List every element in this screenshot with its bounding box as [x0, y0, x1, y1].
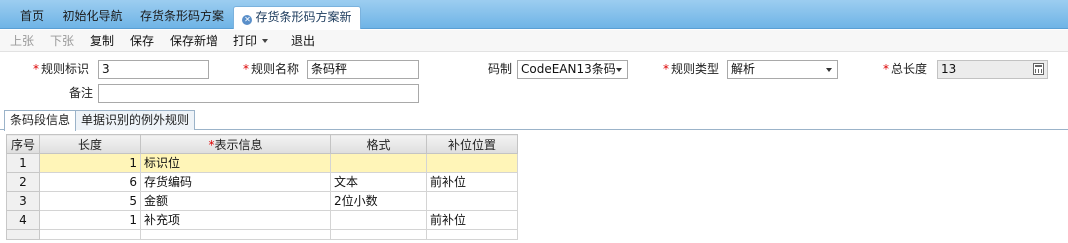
total-length-value: 13 — [941, 62, 957, 76]
code-system-select[interactable]: CodeEAN13条码 — [517, 60, 628, 79]
format-cell[interactable]: 2位小数 — [330, 191, 427, 211]
rule-id-field[interactable]: 3 — [98, 60, 209, 79]
column-header-seq[interactable]: 序号 — [6, 134, 40, 154]
chevron-down-icon — [616, 68, 622, 72]
display-cell[interactable]: 标识位 — [140, 153, 331, 173]
table-row[interactable]: 3 5 金额 2位小数 — [6, 191, 518, 211]
format-cell[interactable] — [330, 229, 427, 240]
print-label: 打印 — [233, 34, 258, 48]
chevron-down-icon — [826, 68, 832, 72]
tab-bar: 首页 初始化导航 存货条形码方案 ✕存货条形码方案新增 — [0, 0, 1068, 45]
display-cell[interactable]: 金额 — [140, 191, 331, 211]
next-button[interactable]: 下张 — [50, 33, 74, 49]
row-number: 3 — [6, 191, 40, 211]
rule-name-label: * 规则名称 — [243, 62, 300, 76]
close-icon[interactable]: ✕ — [242, 15, 253, 25]
tab-init-navigation[interactable]: 初始化导航 — [55, 6, 130, 29]
rule-type-value: 解析 — [731, 62, 756, 76]
row-number — [6, 229, 40, 240]
row-number: 2 — [6, 172, 40, 192]
length-cell[interactable]: 5 — [39, 191, 141, 211]
column-header-format[interactable]: 格式 — [330, 134, 427, 154]
pad-position-cell[interactable]: 前补位 — [426, 172, 518, 192]
calculator-icon[interactable] — [1033, 63, 1044, 75]
tab-barcode-scheme-new[interactable]: ✕存货条形码方案新增 — [233, 6, 361, 45]
save-new-button[interactable]: 保存新增 — [170, 33, 218, 49]
save-button[interactable]: 保存 — [130, 33, 154, 49]
exit-button[interactable]: 退出 — [291, 33, 315, 49]
display-cell[interactable] — [140, 229, 331, 240]
length-cell[interactable]: 6 — [39, 172, 141, 192]
table-row-empty[interactable] — [6, 229, 518, 240]
total-length-field[interactable]: 13 — [937, 60, 1048, 79]
format-cell[interactable]: 文本 — [330, 172, 427, 192]
code-system-value: CodeEAN13条码 — [521, 62, 616, 76]
rule-type-select[interactable]: 解析 — [727, 60, 838, 79]
tab-exception-rules[interactable]: 单据识别的例外规则 — [75, 110, 196, 130]
pad-position-cell[interactable]: 前补位 — [426, 210, 518, 230]
tab-home[interactable]: 首页 — [12, 6, 52, 29]
detail-tabs: 条码段信息 单据识别的例外规则 — [0, 109, 1068, 131]
pad-position-cell[interactable] — [426, 191, 518, 211]
copy-button[interactable]: 复制 — [90, 33, 114, 49]
rule-name-field[interactable]: 条码秤 — [307, 60, 419, 79]
code-system-label: 码制 — [488, 62, 513, 76]
display-cell[interactable]: 补充项 — [140, 210, 331, 230]
rule-id-label: * 规则标识 — [33, 62, 90, 76]
rule-type-label: * 规则类型 — [663, 62, 720, 76]
table-row[interactable]: 4 1 补充项 前补位 — [6, 210, 518, 230]
remark-label: 备注 — [69, 86, 94, 100]
length-cell[interactable]: 1 — [39, 153, 141, 173]
toolbar: 上张 下张 复制 保存 保存新增 打印 退出 — [0, 30, 1068, 52]
prev-button[interactable]: 上张 — [10, 33, 34, 49]
column-header-length[interactable]: 长度 — [39, 134, 141, 154]
chevron-down-icon — [262, 39, 269, 43]
row-number: 1 — [6, 153, 40, 173]
tab-barcode-scheme[interactable]: 存货条形码方案 — [133, 6, 231, 29]
tab-segment-info[interactable]: 条码段信息 — [4, 110, 77, 131]
print-button[interactable]: 打印 — [233, 33, 269, 49]
row-number: 4 — [6, 210, 40, 230]
format-cell[interactable] — [330, 210, 427, 230]
table-row[interactable]: 2 6 存货编码 文本 前补位 — [6, 172, 518, 192]
segment-grid: 序号 长度 *表示信息 格式 补位位置 1 1 标识位 2 6 存货编码 文本 … — [6, 134, 518, 243]
header-form: * 规则标识 3 * 规则名称 条码秤 码制 CodeEAN13条码 * 规则类型 解… — [0, 53, 1068, 108]
remark-field[interactable] — [98, 84, 419, 103]
column-header-pad-position[interactable]: 补位位置 — [426, 134, 518, 154]
display-cell[interactable]: 存货编码 — [140, 172, 331, 192]
total-length-label: * 总长度 — [883, 62, 928, 76]
pad-position-cell[interactable] — [426, 229, 518, 240]
grid-header-row: 序号 长度 *表示信息 格式 补位位置 — [6, 134, 518, 154]
table-row[interactable]: 1 1 标识位 — [6, 153, 518, 173]
column-header-display[interactable]: *表示信息 — [140, 134, 331, 154]
pad-position-cell[interactable] — [426, 153, 518, 173]
length-cell[interactable]: 1 — [39, 210, 141, 230]
length-cell[interactable] — [39, 229, 141, 240]
format-cell[interactable] — [330, 153, 427, 173]
